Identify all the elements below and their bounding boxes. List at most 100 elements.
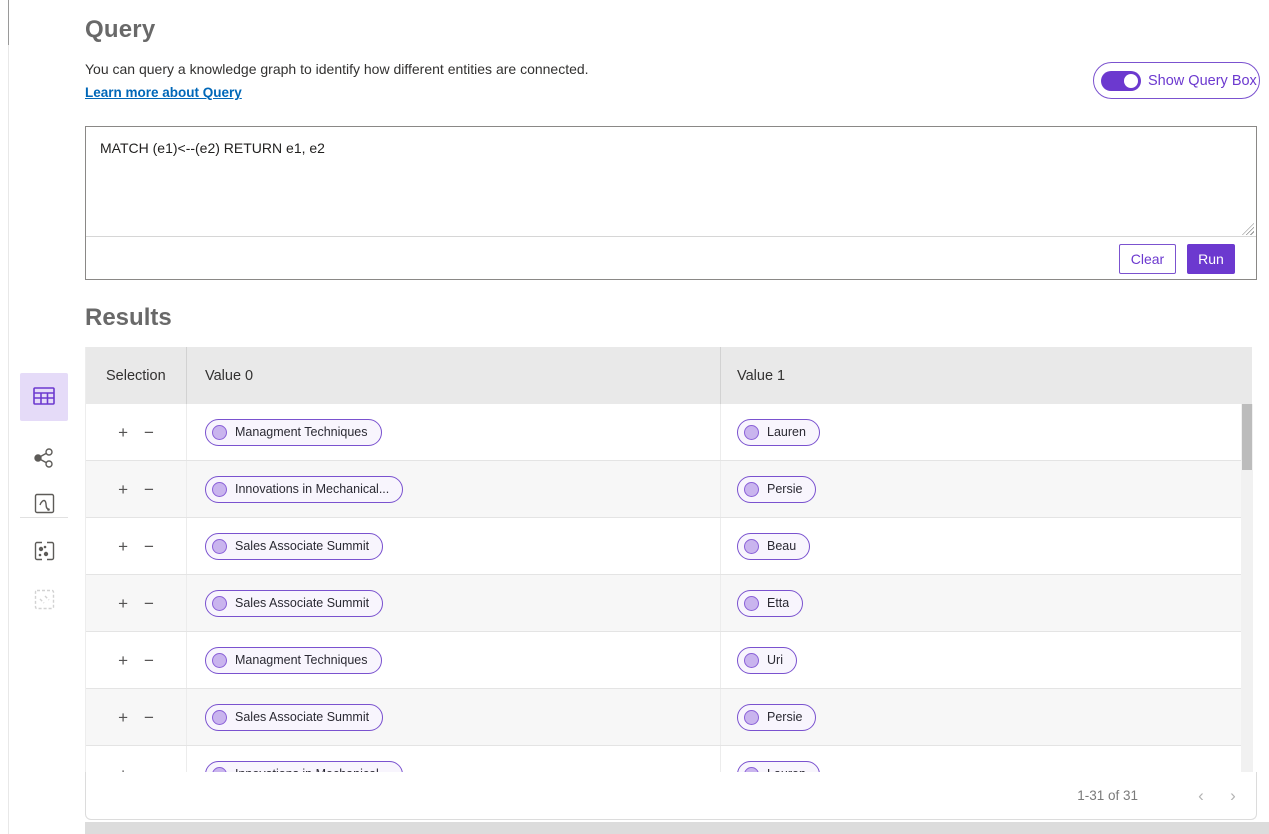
remove-selection-button[interactable]: − (144, 538, 154, 555)
entity-node-icon (212, 482, 227, 497)
entity-chip-label: Persie (767, 710, 802, 724)
entity-chip-label: Innovations in Mechanical... (235, 482, 389, 496)
column-header-value0: Value 0 (186, 347, 720, 404)
entity-chip[interactable]: Uri (737, 647, 797, 674)
value0-cell: Innovations in Mechanical... (186, 461, 720, 517)
chart-view-icon (34, 493, 55, 517)
entity-chip[interactable]: Managment Techniques (205, 419, 382, 446)
entity-chip-label: Etta (767, 596, 789, 610)
query-editor-panel: MATCH (e1)<--(e2) RETURN e1, e2 Clear Ru… (85, 126, 1257, 280)
table-row: + − Managment Techniques Uri (86, 632, 1252, 689)
clear-button[interactable]: Clear (1119, 244, 1176, 274)
entity-chip[interactable]: Beau (737, 533, 810, 560)
sidebar-item-grid-view-disabled[interactable] (20, 577, 68, 625)
table-scrollbar[interactable] (1241, 404, 1253, 772)
map-view-icon (34, 541, 55, 565)
results-table: Selection Value 0 Value 1 + − Managment … (85, 347, 1252, 772)
value1-cell: Persie (720, 689, 1252, 745)
query-input[interactable]: MATCH (e1)<--(e2) RETURN e1, e2 (86, 127, 1256, 226)
selection-cell: + − (86, 518, 186, 574)
add-selection-button[interactable]: + (118, 538, 128, 555)
left-scrollbar-remnant (8, 0, 9, 45)
page-description: You can query a knowledge graph to ident… (85, 61, 589, 77)
value0-cell: Sales Associate Summit (186, 518, 720, 574)
entity-chip-label: Managment Techniques (235, 653, 368, 667)
value1-cell: Uri (720, 632, 1252, 688)
add-selection-button[interactable]: + (118, 595, 128, 612)
entity-chip[interactable]: Etta (737, 590, 803, 617)
table-row: + − Sales Associate Summit Etta (86, 575, 1252, 632)
pagination-bar: 1-31 of 31 ‹ › (85, 772, 1257, 820)
page-background-strip (85, 822, 1269, 834)
remove-selection-button[interactable]: − (144, 595, 154, 612)
entity-chip[interactable]: Lauren (737, 761, 820, 773)
previous-page-icon[interactable]: ‹ (1190, 786, 1212, 806)
entity-chip[interactable]: Persie (737, 704, 816, 731)
entity-chip[interactable]: Innovations in Mechanical... (205, 476, 403, 503)
run-button[interactable]: Run (1187, 244, 1235, 274)
entity-node-icon (744, 710, 759, 725)
entity-node-icon (744, 482, 759, 497)
table-row: + − Sales Associate Summit Persie (86, 689, 1252, 746)
grid-view-icon (34, 589, 55, 613)
entity-node-icon (744, 596, 759, 611)
entity-chip-label: Persie (767, 482, 802, 496)
entity-chip[interactable]: Managment Techniques (205, 647, 382, 674)
entity-chip-label: Sales Associate Summit (235, 539, 369, 553)
add-selection-button[interactable]: + (118, 481, 128, 498)
remove-selection-button[interactable]: − (144, 481, 154, 498)
remove-selection-button[interactable]: − (144, 709, 154, 726)
value0-cell: Managment Techniques (186, 404, 720, 460)
sidebar-item-chart-view[interactable] (20, 481, 68, 529)
toggle-switch-icon[interactable] (1101, 71, 1141, 91)
value1-cell: Lauren (720, 404, 1252, 460)
value0-cell: Innovations in Mechanical... (186, 746, 720, 772)
value0-cell: Sales Associate Summit (186, 689, 720, 745)
entity-node-icon (212, 539, 227, 554)
selection-cell: + − (86, 461, 186, 517)
entity-chip-label: Sales Associate Summit (235, 710, 369, 724)
add-selection-button[interactable]: + (118, 424, 128, 441)
add-selection-button[interactable]: + (118, 709, 128, 726)
table-row: + − Innovations in Mechanical... Lauren (86, 746, 1252, 772)
toggle-knob (1124, 74, 1138, 88)
pagination-range-label: 1-31 of 31 (1077, 788, 1138, 803)
sidebar-item-map-view[interactable] (20, 529, 68, 577)
entity-chip[interactable]: Sales Associate Summit (205, 590, 383, 617)
value0-cell: Sales Associate Summit (186, 575, 720, 631)
entity-chip[interactable]: Sales Associate Summit (205, 533, 383, 560)
left-panel-divider (8, 0, 9, 834)
sidebar-divider (20, 517, 68, 518)
entity-node-icon (212, 653, 227, 668)
remove-selection-button[interactable]: − (144, 424, 154, 441)
learn-more-link[interactable]: Learn more about Query (85, 85, 242, 100)
toggle-label: Show Query Box (1148, 73, 1257, 89)
entity-node-icon (212, 710, 227, 725)
selection-cell: + − (86, 689, 186, 745)
entity-chip[interactable]: Innovations in Mechanical... (205, 761, 403, 773)
table-scrollbar-thumb[interactable] (1242, 404, 1252, 470)
show-query-box-toggle[interactable]: Show Query Box (1093, 62, 1260, 99)
entity-node-icon (212, 425, 227, 440)
entity-chip[interactable]: Lauren (737, 419, 820, 446)
entity-chip[interactable]: Persie (737, 476, 816, 503)
sidebar-item-table-view[interactable] (20, 373, 68, 421)
next-page-icon[interactable]: › (1222, 786, 1244, 806)
query-page: Query You can query a knowledge graph to… (0, 0, 1269, 834)
table-row: + − Sales Associate Summit Beau (86, 518, 1252, 575)
graph-view-icon (33, 447, 55, 472)
value0-cell: Managment Techniques (186, 632, 720, 688)
table-row: + − Innovations in Mechanical... Persie (86, 461, 1252, 518)
sidebar-item-graph-view[interactable] (20, 435, 68, 483)
add-selection-button[interactable]: + (118, 652, 128, 669)
results-title: Results (85, 304, 172, 332)
table-header: Selection Value 0 Value 1 (86, 347, 1252, 404)
column-header-value1: Value 1 (720, 347, 1252, 404)
selection-cell: + − (86, 746, 186, 772)
entity-chip[interactable]: Sales Associate Summit (205, 704, 383, 731)
remove-selection-button[interactable]: − (144, 652, 154, 669)
entity-chip-label: Uri (767, 653, 783, 667)
table-body: + − Managment Techniques Lauren + − (86, 404, 1252, 772)
entity-node-icon (744, 653, 759, 668)
value1-cell: Etta (720, 575, 1252, 631)
